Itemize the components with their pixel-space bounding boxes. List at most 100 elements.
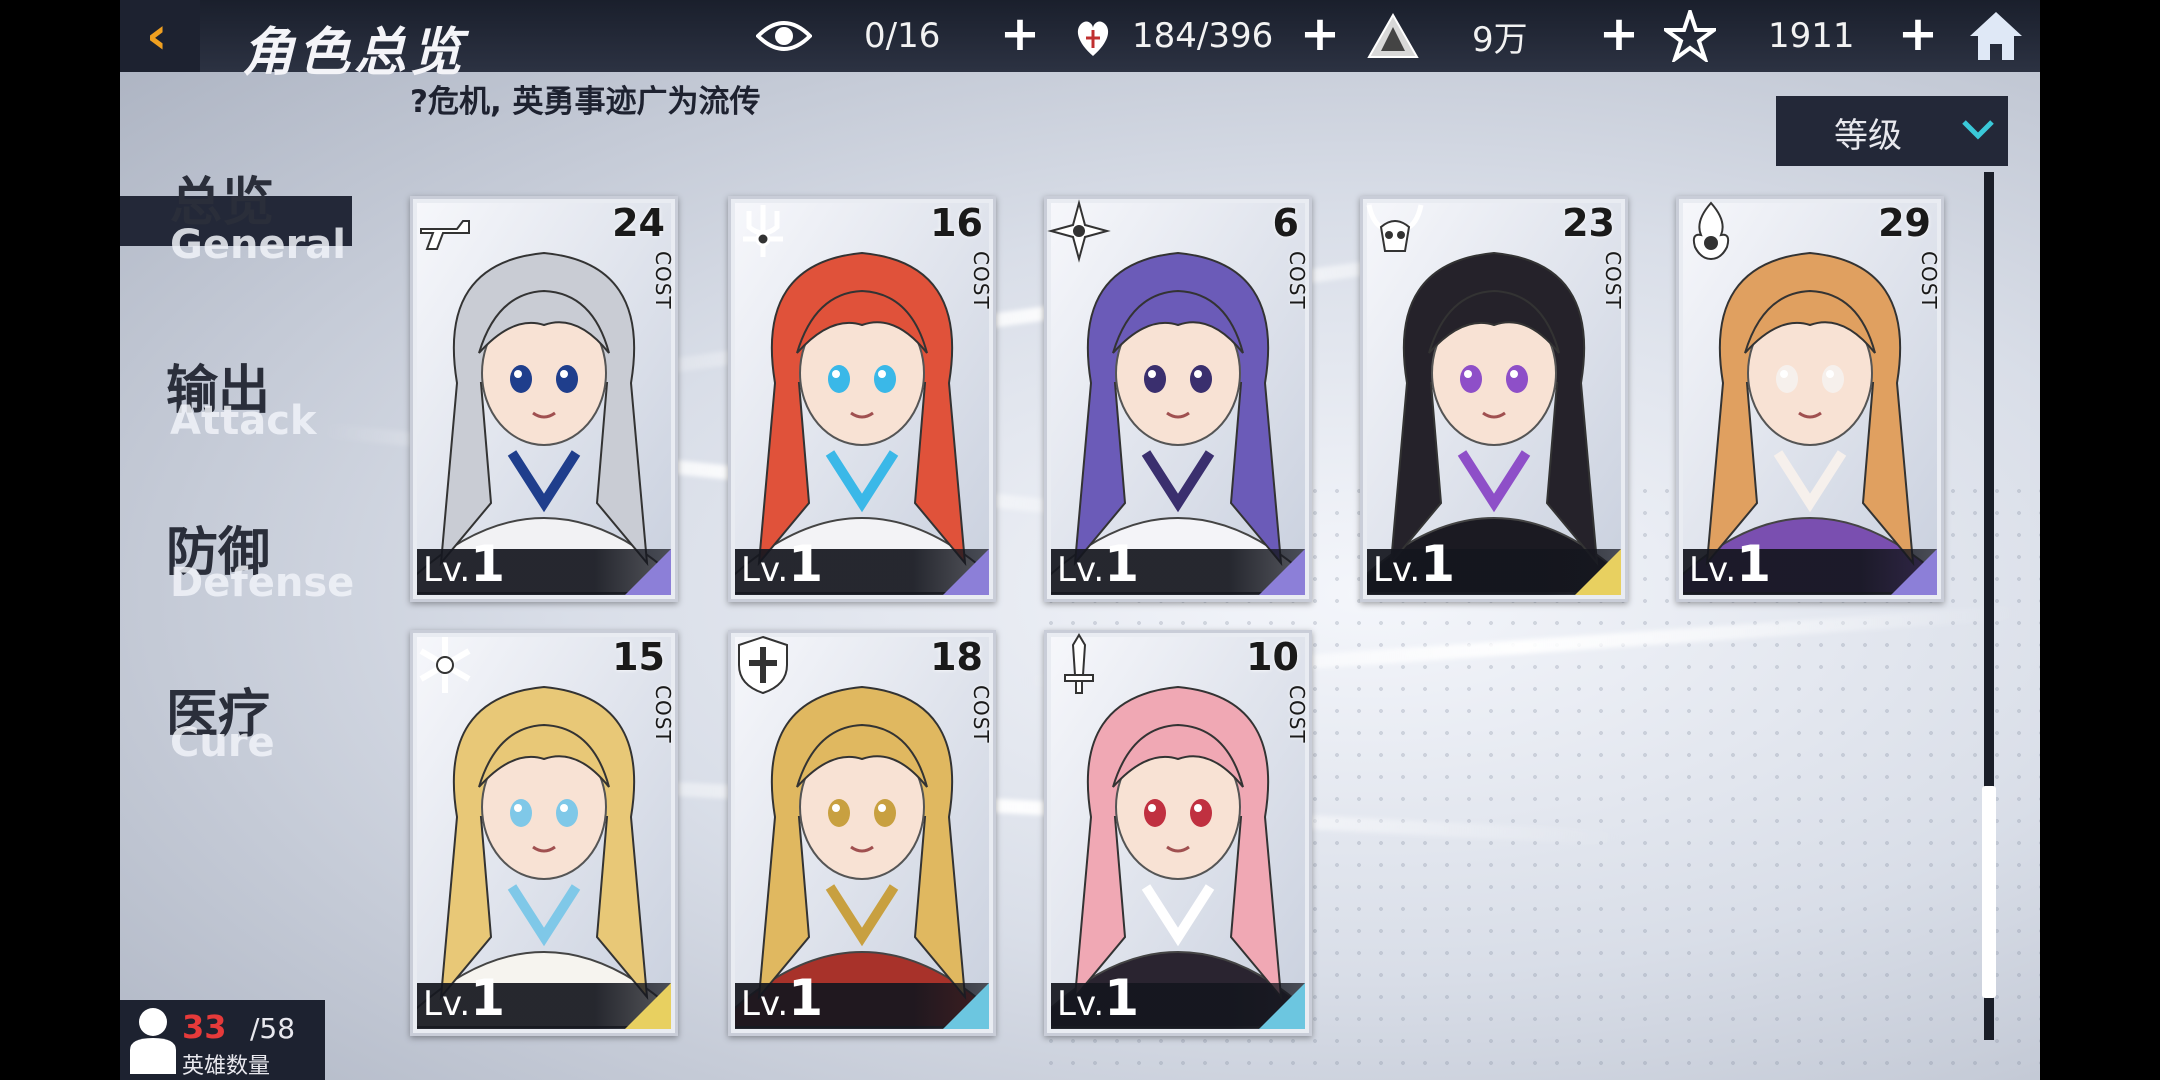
card-cost: 18 — [930, 635, 983, 679]
shuriken-icon — [1047, 199, 1111, 263]
card-cost-label: COST — [969, 251, 993, 310]
rarity-corner — [625, 983, 671, 1029]
level-value: 1 — [1104, 535, 1140, 593]
news-ticker: ?危机, 英勇事迹广为流传 — [410, 84, 761, 120]
nav-tab-sublabel: General — [170, 222, 346, 268]
rarity-corner — [1891, 549, 1937, 595]
card-level: Lv.1 — [1057, 535, 1139, 593]
level-value: 1 — [470, 535, 506, 593]
person-icon — [130, 1008, 176, 1074]
level-value: 1 — [1104, 969, 1140, 1027]
rarity-corner — [943, 983, 989, 1029]
card-cost-label: COST — [651, 685, 675, 744]
snowflake-icon — [419, 637, 471, 693]
level-prefix: Lv. — [1057, 984, 1105, 1024]
hero-count-max: /58 — [250, 1012, 296, 1045]
sort-label: 等级 — [1834, 116, 1902, 156]
flame-icon — [1692, 201, 1730, 261]
card-cost-label: COST — [969, 685, 993, 744]
nav-tab-sublabel: Cure — [170, 720, 275, 766]
character-card[interactable]: 23 COST Lv.1 — [1360, 196, 1628, 602]
trident-icon — [743, 205, 783, 257]
rarity-corner — [943, 549, 989, 595]
nav-tab-sublabel: Attack — [170, 398, 317, 444]
character-card[interactable]: 6 COST Lv.1 — [1044, 196, 1312, 602]
level-prefix: Lv. — [1689, 550, 1737, 590]
star-icon — [1662, 8, 1718, 64]
hero-count-panel: 33 /58 英雄数量 — [120, 1000, 325, 1080]
crystal-value: 1911 — [1768, 16, 1855, 56]
add-gold-button[interactable]: + — [1598, 10, 1640, 58]
card-cost: 24 — [612, 201, 665, 245]
add-crystal-button[interactable]: + — [1897, 10, 1939, 58]
card-cost-label: COST — [1285, 685, 1309, 744]
card-level: Lv.1 — [1689, 535, 1771, 593]
heart-icon — [1065, 8, 1121, 64]
home-button[interactable] — [1968, 8, 2024, 64]
back-arrow-icon: ‹ — [146, 6, 168, 66]
card-cost: 10 — [1246, 635, 1299, 679]
level-value: 1 — [470, 969, 506, 1027]
rarity-corner — [1575, 549, 1621, 595]
sort-dropdown[interactable]: 等级 — [1776, 96, 2008, 166]
resource-gold — [1365, 0, 1421, 72]
visibility-value: 0/16 — [864, 16, 941, 56]
horned-skull-icon — [1366, 204, 1424, 252]
character-card[interactable]: 29 COST Lv.1 — [1676, 196, 1944, 602]
card-cost: 29 — [1878, 201, 1931, 245]
card-cost-label: COST — [1917, 251, 1941, 310]
add-visibility-button[interactable]: + — [999, 10, 1041, 58]
card-level: Lv.1 — [1373, 535, 1455, 593]
nav-tab-sublabel: Defense — [170, 560, 355, 606]
level-prefix: Lv. — [1057, 550, 1105, 590]
level-prefix: Lv. — [423, 984, 471, 1024]
gun-icon — [420, 220, 470, 250]
card-level: Lv.1 — [423, 969, 505, 1027]
add-stamina-button[interactable]: + — [1299, 10, 1341, 58]
card-cost-label: COST — [1601, 251, 1625, 310]
shield-icon — [738, 635, 788, 695]
level-prefix: Lv. — [423, 550, 471, 590]
card-level: Lv.1 — [423, 535, 505, 593]
rarity-corner — [1259, 983, 1305, 1029]
hero-count-label: 英雄数量 — [182, 1054, 271, 1079]
back-button[interactable]: ‹ — [120, 0, 200, 72]
level-prefix: Lv. — [1373, 550, 1421, 590]
level-value: 1 — [788, 969, 824, 1027]
card-level: Lv.1 — [741, 535, 823, 593]
level-prefix: Lv. — [741, 550, 789, 590]
game-screen: ‹ 角色总览 0/16 + 184/396 + 9万 + 1911 + ?危机,… — [120, 0, 2040, 1080]
sword-icon — [1064, 633, 1094, 694]
card-level: Lv.1 — [1057, 969, 1139, 1027]
pyramid-icon — [1365, 8, 1421, 64]
character-card[interactable]: 16 COST Lv.1 — [728, 196, 996, 602]
character-card[interactable]: 10 COST Lv.1 — [1044, 630, 1312, 1036]
stamina-value: 184/396 — [1132, 16, 1274, 56]
home-icon — [1970, 12, 2022, 60]
character-card[interactable]: 24 COST Lv.1 — [410, 196, 678, 602]
chevron-down-icon — [1958, 110, 1998, 154]
resource-visibility — [756, 0, 812, 72]
scrollbar-thumb[interactable] — [1982, 786, 1996, 998]
card-cost: 23 — [1562, 201, 1615, 245]
card-cost-label: COST — [1285, 251, 1309, 310]
resource-crystal — [1662, 0, 1718, 72]
level-value: 1 — [1420, 535, 1456, 593]
rarity-corner — [1259, 549, 1305, 595]
card-cost: 6 — [1272, 201, 1299, 245]
level-value: 1 — [788, 535, 824, 593]
card-cost: 15 — [612, 635, 665, 679]
top-bar: ‹ 角色总览 0/16 + 184/396 + 9万 + 1911 + — [120, 0, 2040, 83]
character-card[interactable]: 18 COST Lv.1 — [728, 630, 996, 1036]
page-title: 角色总览 — [242, 23, 467, 83]
eye-icon — [756, 8, 812, 64]
resource-stamina — [1065, 0, 1121, 72]
level-prefix: Lv. — [741, 984, 789, 1024]
card-cost-label: COST — [651, 251, 675, 310]
character-card[interactable]: 15 COST Lv.1 — [410, 630, 678, 1036]
rarity-corner — [625, 549, 671, 595]
level-value: 1 — [1736, 535, 1772, 593]
hero-count-current: 33 — [182, 1008, 227, 1046]
card-cost: 16 — [930, 201, 983, 245]
gold-value: 9万 — [1472, 19, 1528, 60]
